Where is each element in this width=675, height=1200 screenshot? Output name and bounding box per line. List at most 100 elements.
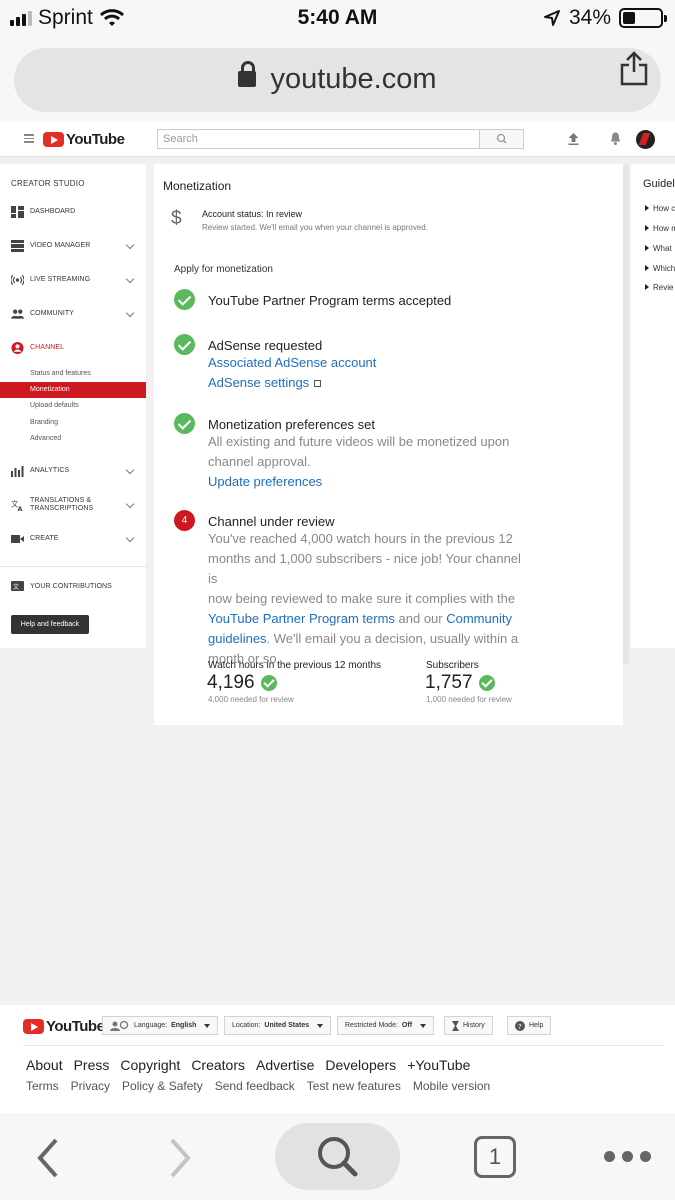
- sidebar-item-community[interactable]: COMMUNITY: [0, 304, 146, 324]
- watch-hours-requirement: 4,000 needed for review: [208, 695, 294, 704]
- sidebar-item-live-streaming[interactable]: LIVE STREAMING: [0, 270, 146, 290]
- footer-link-privacy[interactable]: Privacy: [71, 1079, 110, 1093]
- browser-search-button[interactable]: [275, 1123, 400, 1190]
- youtube-footer: YouTube Language: English Location: United…: [0, 1005, 675, 1113]
- subscribers-label: Subscribers: [426, 660, 479, 671]
- check-circle-icon: [174, 334, 195, 355]
- footer-link-terms[interactable]: Terms: [26, 1079, 59, 1093]
- footer-links-secondary: Terms Privacy Policy & Safety Send feedb…: [26, 1079, 490, 1093]
- sidebar-subitem-branding[interactable]: Branding: [0, 415, 146, 431]
- footer-link-plus-youtube[interactable]: +YouTube: [407, 1057, 470, 1073]
- partner-program-terms-link[interactable]: YouTube Partner Program terms: [208, 611, 395, 626]
- footer-link-policy-safety[interactable]: Policy & Safety: [122, 1079, 203, 1093]
- page-title: Monetization: [163, 179, 232, 193]
- sidebar-item-translations[interactable]: 文A TRANSLATIONS & TRANSCRIPTIONS: [0, 495, 146, 515]
- guideline-link[interactable]: Revie: [645, 283, 673, 292]
- sidebar-item-create[interactable]: CREATE: [0, 529, 146, 549]
- browser-address-area: youtube.com: [0, 38, 675, 122]
- sidebar-item-analytics[interactable]: ANALYTICS: [0, 461, 146, 481]
- footer-link-mobile-version[interactable]: Mobile version: [413, 1079, 490, 1093]
- subscribers-requirement: 1,000 needed for review: [426, 695, 512, 704]
- analytics-icon: [11, 466, 24, 477]
- guideline-link[interactable]: How c: [645, 204, 675, 213]
- back-arrow-icon[interactable]: [36, 1138, 60, 1178]
- search-icon: [318, 1137, 358, 1177]
- community-icon: [11, 309, 24, 319]
- watch-hours-label: Watch hours in the previous 12 months: [208, 660, 382, 671]
- update-preferences-link[interactable]: Update preferences: [208, 474, 322, 489]
- address-bar[interactable]: youtube.com: [14, 48, 661, 112]
- monetization-card: Monetization $ Account status: In review…: [154, 164, 623, 725]
- history-button[interactable]: History: [444, 1016, 493, 1035]
- share-icon[interactable]: [619, 50, 649, 86]
- menu-icon[interactable]: [24, 134, 34, 145]
- divider: [0, 566, 146, 567]
- check-circle-icon: [478, 675, 495, 691]
- adsense-settings-link[interactable]: AdSense settings: [208, 375, 309, 390]
- tabs-button[interactable]: 1: [474, 1136, 516, 1178]
- guideline-link[interactable]: How m: [645, 224, 675, 233]
- help-icon: ?: [515, 1020, 525, 1031]
- upload-icon[interactable]: [567, 132, 580, 146]
- lock-icon: [238, 61, 257, 89]
- footer-youtube-logo[interactable]: YouTube: [23, 1018, 105, 1035]
- help-button[interactable]: ? Help: [507, 1016, 552, 1035]
- sidebar-item-channel[interactable]: CHANNEL: [0, 338, 146, 358]
- step-partner-terms-title: YouTube Partner Program terms accepted: [208, 293, 452, 308]
- help-and-feedback-button[interactable]: Help and feedback: [11, 615, 89, 634]
- dropdown-arrow-icon: [204, 1023, 211, 1028]
- battery-icon: [619, 8, 667, 28]
- sidebar-header: CREATOR STUDIO: [11, 179, 85, 188]
- footer-link-about[interactable]: About: [26, 1057, 63, 1073]
- guidelines-panel: Guidel How c How m What Which Revie: [631, 164, 675, 648]
- notifications-bell-icon[interactable]: [609, 131, 622, 146]
- dashboard-icon: [11, 206, 24, 218]
- footer-link-developers[interactable]: Developers: [325, 1057, 396, 1073]
- youtube-play-icon: [23, 1019, 44, 1034]
- sidebar-item-your-contributions[interactable]: 文 YOUR CONTRIBUTIONS: [0, 577, 146, 597]
- location-selector[interactable]: Location: United States: [224, 1016, 332, 1035]
- ios-status-bar: Sprint 5:40 AM 34%: [0, 0, 675, 38]
- svg-text:文: 文: [13, 583, 19, 591]
- search-button[interactable]: [479, 129, 524, 149]
- check-circle-icon: [260, 675, 277, 691]
- subscribers-value: 1,757: [425, 672, 473, 693]
- step-preferences-title: Monetization preferences set: [208, 417, 375, 432]
- community-guidelines-link[interactable]: Community: [446, 611, 512, 626]
- svg-text:A: A: [18, 505, 23, 511]
- restricted-mode-selector[interactable]: Restricted Mode: Off: [337, 1016, 435, 1035]
- sidebar-subitem-upload-defaults[interactable]: Upload defaults: [0, 398, 146, 414]
- language-icon: [110, 1020, 129, 1031]
- footer-link-advertise[interactable]: Advertise: [256, 1057, 314, 1073]
- youtube-logo[interactable]: YouTube: [43, 131, 125, 148]
- sidebar-subitem-advanced[interactable]: Advanced: [0, 431, 146, 447]
- contributions-icon: 文: [11, 581, 24, 591]
- more-options-icon[interactable]: [604, 1151, 651, 1162]
- check-circle-icon: [174, 413, 195, 434]
- sidebar-item-video-manager[interactable]: VIDEO MANAGER: [0, 236, 146, 256]
- search-input[interactable]: Search: [157, 129, 480, 149]
- language-selector[interactable]: Language: English: [102, 1016, 219, 1035]
- location-arrow-icon: [543, 10, 560, 26]
- guideline-link[interactable]: Which: [645, 264, 675, 273]
- footer-link-send-feedback[interactable]: Send feedback: [215, 1079, 295, 1093]
- forward-arrow-icon[interactable]: [168, 1138, 192, 1178]
- scrollbar-track[interactable]: [623, 164, 629, 664]
- step-number-badge: 4: [174, 510, 195, 531]
- sidebar-subitem-status-features[interactable]: Status and features: [0, 366, 146, 382]
- translate-icon: 文A: [11, 499, 23, 511]
- dropdown-arrow-icon: [420, 1023, 427, 1028]
- footer-link-test-features[interactable]: Test new features: [307, 1079, 401, 1093]
- sidebar-item-dashboard[interactable]: DASHBOARD: [0, 202, 146, 222]
- account-status: Account status: In review: [202, 209, 303, 219]
- community-guidelines-link-cont[interactable]: guidelines: [208, 631, 267, 646]
- guideline-link[interactable]: What: [645, 244, 672, 253]
- sidebar-subitem-monetization[interactable]: Monetization: [0, 382, 146, 398]
- footer-link-press[interactable]: Press: [74, 1057, 110, 1073]
- external-link-icon: [314, 380, 322, 387]
- dropdown-arrow-icon: [317, 1023, 324, 1028]
- footer-link-creators[interactable]: Creators: [191, 1057, 245, 1073]
- associated-adsense-link[interactable]: Associated AdSense account: [208, 355, 376, 370]
- avatar[interactable]: [636, 130, 655, 149]
- footer-link-copyright[interactable]: Copyright: [120, 1057, 180, 1073]
